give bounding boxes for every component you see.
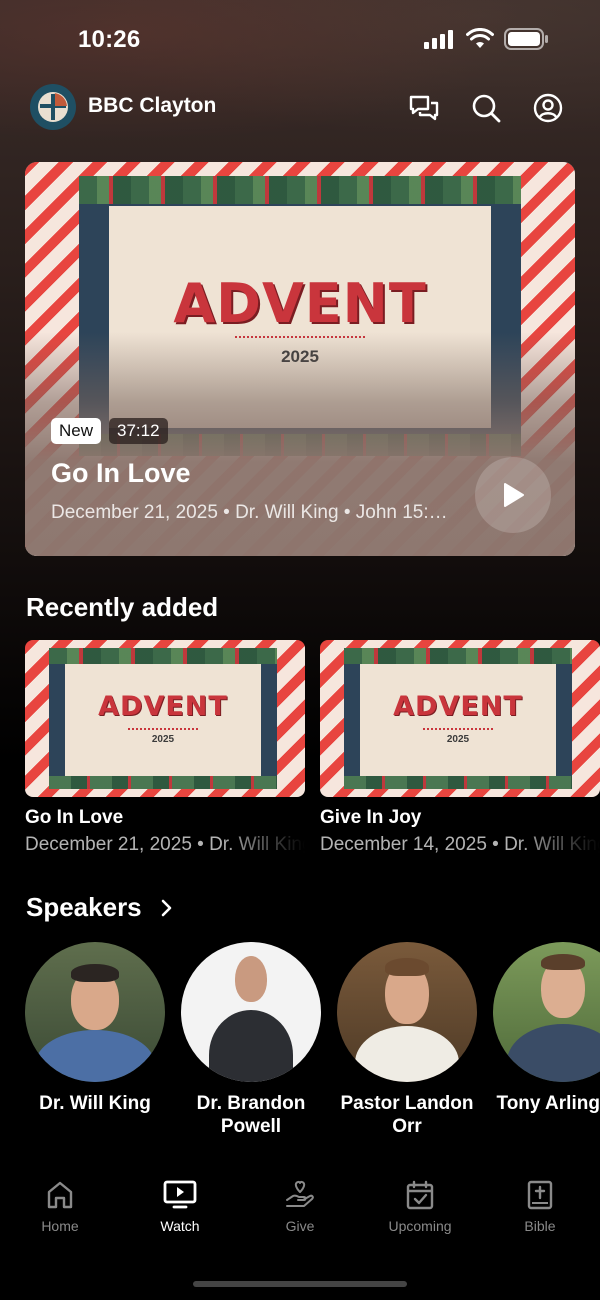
tab-watch[interactable]: Watch xyxy=(120,1180,240,1260)
church-name: BBC Clayton xyxy=(88,94,217,117)
tab-home-label: Home xyxy=(41,1218,79,1234)
advent-artwork-year: 2025 xyxy=(446,734,470,745)
speaker-name: Dr. Brandon Powell xyxy=(196,1093,306,1137)
advent-artwork-divider xyxy=(423,728,493,730)
new-badge: New xyxy=(51,418,102,444)
status-time: 10:26 xyxy=(78,26,141,53)
speaker-hair xyxy=(71,964,119,982)
speaker-shirt xyxy=(355,1026,459,1082)
speakers-header[interactable]: Speakers xyxy=(26,892,172,923)
app-header: BBC Clayton xyxy=(0,84,600,130)
church-cross-logo-icon xyxy=(38,92,68,122)
tab-give[interactable]: Give xyxy=(240,1180,360,1260)
recent-sermon-title: Give In Joy xyxy=(320,807,422,828)
speaker-name: Tony Arlington xyxy=(496,1093,600,1114)
home-indicator[interactable] xyxy=(193,1281,407,1287)
advent-artwork-title: ADVENT xyxy=(98,691,228,722)
recent-sermon-meta: December 14, 2025 • Dr. Will King xyxy=(320,834,600,855)
bottom-tab-bar: Home Watch Give Upcoming Bible xyxy=(0,1180,600,1260)
hand-heart-icon xyxy=(286,1180,314,1207)
tab-give-label: Give xyxy=(285,1218,315,1234)
search-icon xyxy=(472,94,501,123)
featured-meta: December 21, 2025 • Dr. Will King • John… xyxy=(51,502,451,523)
chat-bubbles-icon xyxy=(409,95,439,121)
recently-added-heading: Recently added xyxy=(26,592,219,622)
cellular-signal-icon xyxy=(424,30,453,49)
speaker-photo xyxy=(337,942,477,1082)
speaker-photo xyxy=(181,942,321,1082)
home-icon xyxy=(47,1181,73,1209)
recent-sermon-title: Go In Love xyxy=(25,807,124,828)
wifi-icon xyxy=(466,28,494,48)
chevron-right-icon xyxy=(161,899,171,916)
recent-sermon-card[interactable]: ADVENT 2025 Give In Joy December 14, 202… xyxy=(320,640,600,856)
status-bar: 10:26 xyxy=(0,0,600,80)
speakers-list: Dr. Will King Dr. Brandon Powell Pastor … xyxy=(0,942,600,1142)
bottom-garland xyxy=(344,776,572,789)
advent-artwork-paper: ADVENT 2025 xyxy=(360,664,556,776)
recent-sermon-meta: December 21, 2025 • Dr. Will King xyxy=(25,834,305,855)
recent-sermon-thumbnail: ADVENT 2025 xyxy=(320,640,600,797)
play-icon xyxy=(504,483,524,507)
tab-bible-label: Bible xyxy=(524,1218,556,1234)
speaker-item[interactable]: Tony Arlington xyxy=(483,942,600,1115)
battery-icon xyxy=(504,28,548,50)
tab-watch-label: Watch xyxy=(160,1218,200,1234)
speaker-name: Pastor Landon Orr xyxy=(340,1093,474,1137)
speaker-photo xyxy=(493,942,600,1082)
duration-badge: 37:12 xyxy=(109,418,168,444)
play-button[interactable] xyxy=(475,457,551,533)
tv-play-icon xyxy=(163,1180,197,1209)
advent-artwork-frame: ADVENT 2025 xyxy=(344,648,572,789)
speaker-item[interactable]: Dr. Brandon Powell xyxy=(171,942,331,1138)
speaker-item[interactable]: Dr. Will King xyxy=(15,942,175,1115)
recent-sermon-card[interactable]: ADVENT 2025 Go In Love December 21, 2025… xyxy=(25,640,305,856)
featured-sermon-card[interactable]: ADVENT 2025 New 37:12 Go In Love Decembe… xyxy=(25,162,575,556)
speaker-shirt xyxy=(209,1010,293,1082)
tab-upcoming-label: Upcoming xyxy=(388,1218,452,1234)
messages-button[interactable] xyxy=(408,92,440,124)
header-actions xyxy=(408,92,564,124)
advent-artwork-title: ADVENT xyxy=(393,691,523,722)
advent-artwork-frame: ADVENT 2025 xyxy=(49,648,277,789)
advent-artwork-year: 2025 xyxy=(151,734,175,745)
speaker-hair xyxy=(541,954,585,970)
advent-artwork-paper: ADVENT 2025 xyxy=(65,664,261,776)
speaker-shirt xyxy=(35,1030,155,1082)
calendar-check-icon xyxy=(406,1180,434,1210)
search-button[interactable] xyxy=(470,92,502,124)
recently-added-list: ADVENT 2025 Go In Love December 21, 2025… xyxy=(25,640,600,870)
bible-icon xyxy=(527,1180,553,1210)
profile-button[interactable] xyxy=(532,92,564,124)
recent-sermon-thumbnail: ADVENT 2025 xyxy=(25,640,305,797)
top-garland xyxy=(49,648,277,664)
speaker-hair xyxy=(385,958,429,976)
speaker-photo xyxy=(25,942,165,1082)
advent-artwork-divider xyxy=(128,728,198,730)
speaker-item[interactable]: Pastor Landon Orr xyxy=(327,942,487,1138)
bottom-garland xyxy=(49,776,277,789)
speakers-heading: Speakers xyxy=(26,892,142,922)
user-circle-icon xyxy=(533,93,563,123)
speaker-name: Dr. Will King xyxy=(39,1093,151,1114)
church-logo[interactable] xyxy=(30,84,76,130)
top-garland xyxy=(344,648,572,664)
tab-upcoming[interactable]: Upcoming xyxy=(360,1180,480,1260)
speaker-shirt xyxy=(507,1024,600,1082)
status-icons xyxy=(424,28,548,50)
speaker-face xyxy=(235,956,267,1002)
tab-bible[interactable]: Bible xyxy=(480,1180,600,1260)
tab-home[interactable]: Home xyxy=(0,1180,120,1260)
featured-title: Go In Love xyxy=(51,458,191,488)
